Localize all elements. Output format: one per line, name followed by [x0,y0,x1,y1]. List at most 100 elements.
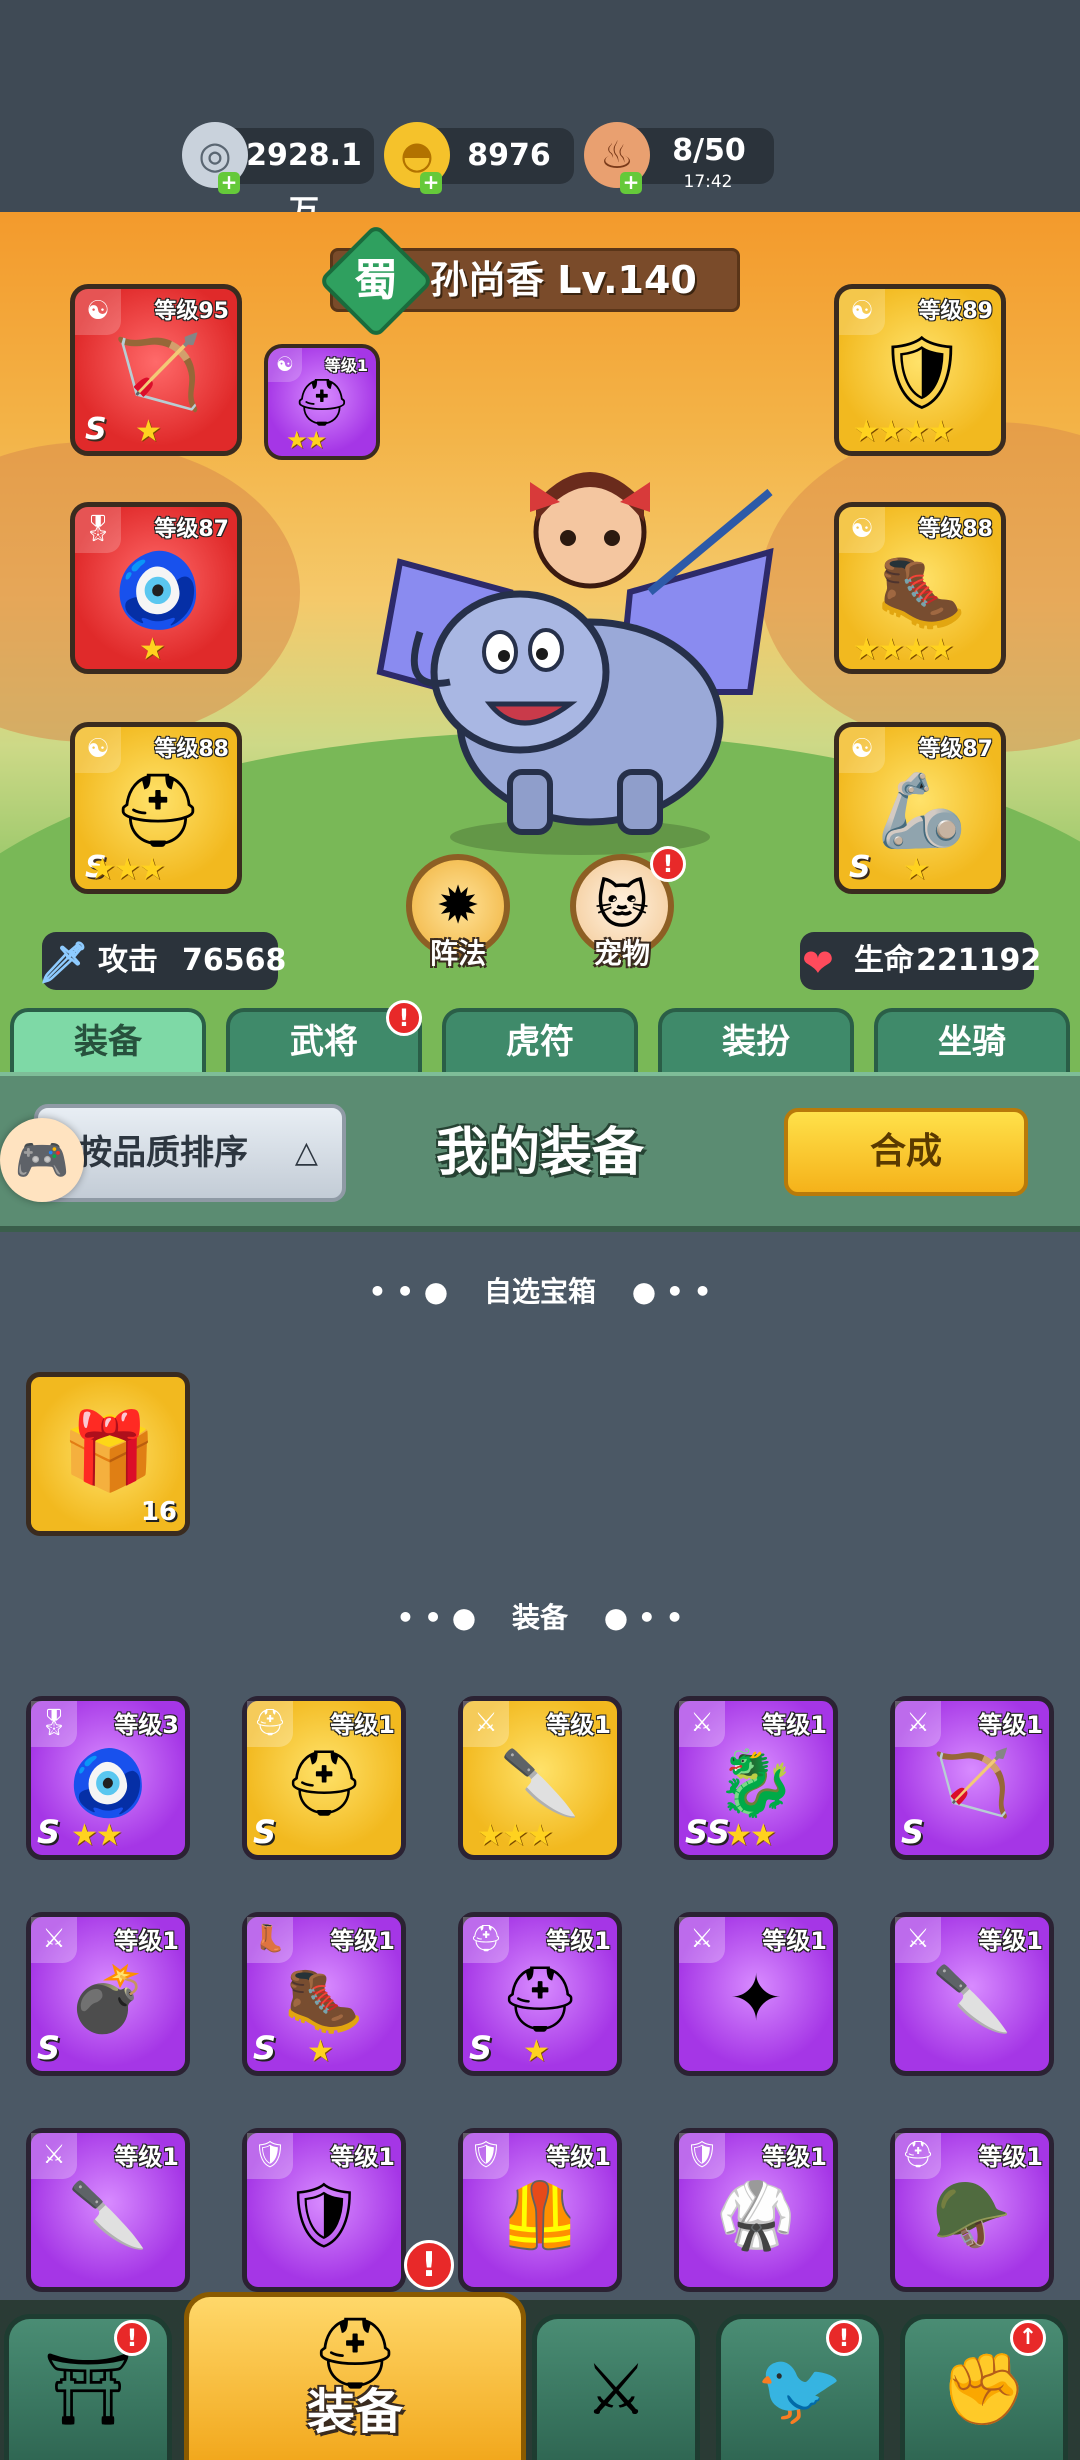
equipment-item[interactable]: ⚔ 等级1 🐉 SS ★★ [674,1696,838,1860]
equipment-item[interactable]: 🛡 等级1 🥋 [674,2128,838,2292]
scimitar-icon: 🔪 [68,2178,148,2253]
hp-stat: ❤ 生命 221192 [800,932,1041,990]
gauntlet-icon: 🦾 [877,767,967,852]
tab-equipment[interactable]: 装备 [10,1008,206,1072]
equipment-item[interactable]: 🛡 等级1 🛡 [242,2128,406,2292]
slot-stars: ★ [139,632,166,667]
item-stars: ★★ [71,1818,123,1853]
dots-decoration: • • ● [368,1275,449,1308]
dots-decoration: • • ● [396,1601,477,1634]
item-grade: S [469,2029,493,2067]
panel-title: 我的装备 [435,1123,644,1183]
equipment-item[interactable]: 🎖 等级3 🧿 S ★★ [26,1696,190,1860]
equipment-section-header: • • ● 装备 ● • • [0,1596,1080,1636]
faction-label: 蜀 [354,255,398,306]
equipment-item[interactable]: ⚔ 等级1 🔪 ★★★ [458,1696,622,1860]
attack-label: 攻击 [98,943,158,978]
equip-slot-armor[interactable]: ☯ 等级89 🛡 ★★★★ [834,284,1006,456]
tab-tiger-tally[interactable]: 虎符 [442,1008,638,1072]
amulet-icon: 🧿 [113,547,203,632]
hero-on-butterfly-elephant [376,472,774,855]
crossbow-icon: 🏹 [113,329,203,414]
add-stamina-icon[interactable]: + [620,172,642,194]
equipment-item[interactable]: ⚔ 等级1 🏹 S [890,1696,1054,1860]
slot-stars: ★★ [286,426,327,454]
equip-slot-boots[interactable]: ☯ 等级88 🥾 ★★★★ [834,502,1006,674]
stamina-resource[interactable]: ♨ + 8/50 17:42 [584,122,774,194]
slot-stars: ★ [903,852,930,887]
optional-chest-item[interactable]: 🎁 16 [26,1372,190,1536]
equipment-item[interactable]: ⛑ 等级1 🪖 [890,2128,1054,2292]
gold-resource[interactable]: ◓ + 8976 [384,122,574,194]
category-tabs: 装备 武将 ! 虎符 装扮 坐骑 [0,1000,1080,1072]
add-silver-icon[interactable]: + [218,172,240,194]
item-grade: S [253,2029,277,2067]
fist-upgrade-icon: ✊ [940,2348,1028,2430]
item-grade: S [901,1813,925,1851]
equipment-item[interactable]: 🛡 等级1 🦺 [458,2128,622,2292]
helmet-icon: ⛑ [112,767,204,852]
pet-label: 宠物 [593,937,650,970]
formation-compass-icon: ✹ [436,876,480,936]
amulet-icon: 🧿 [68,1746,148,1821]
combine-button[interactable]: 合成 [784,1108,1028,1196]
slot-grade: S [849,850,871,885]
boots-icon: 🥾 [284,1962,364,2037]
equipment-item[interactable]: ⚔ 等级1 ✦ [674,1912,838,2076]
resource-bar: ◎ + 2928.1万 ◓ + 8976 ♨ + 8/50 17:42 [0,0,1080,229]
chest-section-header: • • ● 自选宝箱 ● • • [0,1270,1080,1310]
shop-gate-icon: ⛩ [43,2348,133,2430]
tab-mount[interactable]: 坐骑 [874,1008,1070,1072]
equipment-panel-header: 按品质排序 △ 我的装备 合成 [0,1072,1080,1232]
sort-label: 按品质排序 [78,1133,248,1173]
equip-slot-accessory[interactable]: 🎖 等级87 🧿 ★ [70,502,242,674]
cat-pet-icon: 🐱 [594,876,650,936]
bottom-navigation: ⛩ ! ⛑ 装备 ! ⚔ 🐦 ! ✊ ↑ [0,2240,1080,2460]
nav-battle[interactable]: ⚔ [532,2314,700,2460]
gold-value: 8976 [467,138,551,173]
mystery-chest-icon: 🎁 [61,1406,157,1495]
attack-value: 76568 [182,943,287,978]
stamina-value: 8/50 [672,133,746,168]
generals-alert-badge: ! [386,1000,422,1036]
equipment-item[interactable]: ⛑ 等级1 ⛑ S [242,1696,406,1860]
scimitar-icon: 🔪 [932,1962,1012,2037]
shuriken-icon: ✦ [729,1962,783,2036]
equipment-item[interactable]: ⚔ 等级1 💣 S [26,1912,190,2076]
heart-icon: ❤ [802,941,834,985]
helmet-icon: 🪖 [932,2178,1012,2253]
armor-icon: 🛡 [283,2178,365,2253]
hp-value: 221192 [916,943,1042,978]
equip-slot-weapon[interactable]: ☯ 等级95 🏹 S ★ [70,284,242,456]
silver-resource[interactable]: ◎ + 2928.1万 [182,122,374,229]
bomb-icon: 💣 [68,1962,148,2037]
item-stars: ★ [523,2034,550,2069]
equipment-item[interactable]: ⚔ 等级1 🔪 [26,2128,190,2292]
slot-stars: ★★★★ [853,414,955,449]
sword-icon: 🗡 [38,940,89,986]
upgrade-arrow-badge: ↑ [1010,2320,1046,2356]
equip-slot-gauntlet[interactable]: ☯ 等级87 🦾 S ★ [834,722,1006,894]
helmet-icon: ⛑ [292,374,352,429]
chest-count: 16 [140,1497,177,1527]
equipment-item[interactable]: 👢 等级1 🥾 S ★ [242,1912,406,2076]
slot-grade: S [85,412,107,447]
item-grade: S [37,2029,61,2067]
armor-icon: 🛡 [876,329,968,414]
shop-alert-badge: ! [114,2320,150,2356]
pet-alert-badge: ! [650,846,686,882]
nav-equipment[interactable]: ⛑ 装备 [184,2292,526,2460]
dots-decoration: ● • • [631,1275,712,1308]
equip-slot-helmet[interactable]: ☯ 等级88 ⛑ S ★★★ [70,722,242,894]
tab-costume[interactable]: 装扮 [658,1008,854,1072]
equipment-item[interactable]: ⚔ 等级1 🔪 [890,1912,1054,2076]
item-stars: ★★ [725,1818,777,1853]
item-stars: ★★★ [477,1818,554,1853]
armor-icon: 🦺 [500,2178,580,2253]
add-gold-icon[interactable]: + [420,172,442,194]
gamepad-float-icon[interactable]: 🎮 [0,1118,84,1202]
stamina-timer: 17:42 [683,172,733,192]
equipment-item[interactable]: ⛑ 等级1 ⛑ S ★ [458,1912,622,2076]
crossed-swords-icon: ⚔ [584,2348,648,2431]
chest-section-label: 自选宝箱 [483,1275,596,1308]
